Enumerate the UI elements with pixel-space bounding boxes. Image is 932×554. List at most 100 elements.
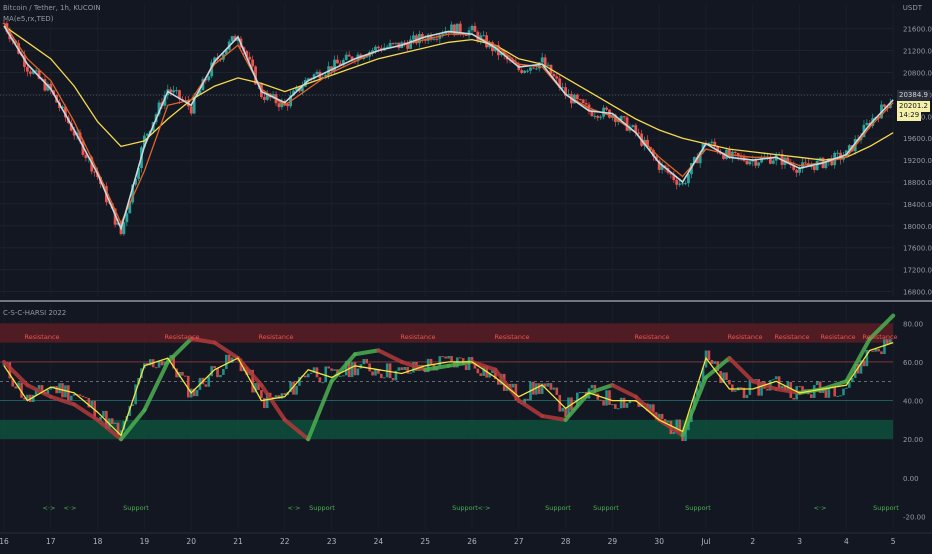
price-candle-body	[555, 76, 559, 79]
price-candle-body	[596, 115, 600, 118]
harsi-candle	[368, 363, 371, 372]
price-tick-label: 17200.0	[903, 267, 932, 275]
x-tick-label: 28	[561, 537, 571, 546]
harsi-candle	[766, 388, 769, 391]
harsi-candle	[877, 348, 880, 352]
harsi-candle	[382, 377, 386, 379]
price-candle-body	[28, 71, 32, 74]
price-candle-body	[394, 42, 398, 44]
symbol-legend[interactable]: Bitcoin / Tether, 1h, KUCOIN	[3, 3, 101, 13]
harsi-candle	[353, 362, 357, 376]
price-candle-body	[391, 43, 395, 45]
x-tick-label: 2	[750, 537, 755, 546]
harsi-candle	[842, 388, 845, 396]
harsi-candle	[204, 384, 208, 387]
price-tick-label: 18000.0	[903, 223, 932, 231]
harsi-candle	[260, 390, 263, 399]
harsi-candle	[733, 390, 737, 392]
harsi-candle	[845, 387, 848, 389]
harsi-candle	[213, 366, 216, 369]
x-tick-label: 26	[467, 537, 477, 546]
harsi-candle	[397, 367, 401, 371]
harsi-candle	[739, 387, 743, 389]
harsi-candle	[836, 395, 839, 397]
x-tick-label: 23	[327, 537, 337, 546]
support-label: Support	[309, 504, 335, 512]
price-candle-body	[315, 71, 319, 75]
harsi-candle	[608, 390, 611, 405]
price-candle-body	[605, 107, 608, 110]
harsi-candle	[330, 368, 333, 371]
resistance-label: Resistance	[820, 333, 855, 341]
harsi-candle	[532, 381, 535, 395]
x-tick-label: 17	[46, 537, 56, 546]
support-label: <·>	[64, 504, 77, 512]
price-candle-body	[745, 160, 749, 165]
resistance-label: Resistance	[400, 333, 435, 341]
rsi-tick-label: 20.00	[903, 436, 923, 444]
price-candle-body	[523, 70, 527, 73]
price-candle-body	[412, 35, 415, 40]
support-label: Support	[593, 504, 619, 512]
price-candle-body	[532, 67, 535, 69]
support-label: Support	[685, 504, 711, 512]
price-tick-label: 21600.0	[903, 26, 932, 34]
price-tick-label: 19600.0	[903, 135, 932, 143]
symbol-title[interactable]: Bitcoin / Tether, 1h, KUCOIN	[3, 4, 101, 12]
price-tick-label: 17600.0	[903, 245, 932, 253]
harsi-candle	[561, 407, 564, 412]
harsi-candle	[815, 381, 819, 386]
harsi-candle	[195, 389, 199, 397]
x-tick-label: Jul	[700, 537, 710, 546]
x-tick-label: 22	[280, 537, 290, 546]
price-candle-body	[435, 38, 439, 40]
currency-label: USDT	[902, 4, 922, 12]
harsi-candle	[731, 384, 734, 392]
indicator-title[interactable]: C-S-C-HARSI 2022	[3, 309, 66, 317]
price-candle-body	[575, 94, 579, 100]
harsi-candle	[666, 420, 670, 423]
harsi-candle	[102, 410, 105, 417]
harsi-candle	[625, 403, 629, 408]
support-label: Support	[545, 504, 571, 512]
harsi-candle	[67, 385, 70, 401]
support-label: <·>	[814, 504, 827, 512]
price-candle-body	[374, 46, 377, 51]
price-candle-body	[684, 183, 687, 185]
x-tick-label: 27	[514, 537, 524, 546]
chart-stage: 21600.021200.020800.020400.020000.019600…	[0, 0, 932, 550]
price-candle-body	[262, 97, 266, 100]
support-label: <·>	[43, 504, 56, 512]
price-candle-body	[710, 141, 714, 144]
study-title[interactable]: MA(e5,rx,TED)	[3, 15, 53, 23]
rsi-tick-label: 0.00	[903, 475, 919, 483]
harsi-candle	[409, 372, 412, 374]
price-candle-body	[344, 54, 348, 60]
harsi-candle	[406, 366, 409, 374]
harsi-candle	[222, 369, 225, 375]
harsi-candle	[350, 362, 354, 378]
chart-svg: 21600.021200.020800.020400.020000.019600…	[0, 0, 932, 550]
study-legend[interactable]: MA(e5,rx,TED)	[3, 14, 53, 24]
price-tick-label: 18400.0	[903, 201, 932, 209]
x-tick-label: 4	[844, 537, 849, 546]
harsi-candle	[365, 358, 368, 364]
price-candle-body	[277, 103, 281, 108]
price-candle-body	[336, 59, 339, 64]
harsi-candle	[429, 358, 433, 365]
harsi-candle	[69, 395, 73, 401]
rsi-tick-label: -20.00	[903, 513, 926, 521]
harsi-candle	[447, 356, 450, 359]
price-candle-body	[406, 44, 410, 49]
price-candle-body	[455, 23, 459, 36]
harsi-candle	[713, 361, 717, 364]
harsi-candle	[578, 392, 582, 394]
price-candle-body	[771, 160, 775, 164]
indicator-legend[interactable]: C-S-C-HARSI 2022	[3, 308, 66, 318]
harsi-candle	[599, 399, 602, 401]
harsi-candle	[880, 351, 883, 355]
harsi-candle	[707, 350, 711, 360]
price-candle-body	[798, 168, 801, 173]
harsi-candle	[745, 394, 749, 399]
harsi-candle	[526, 398, 529, 401]
